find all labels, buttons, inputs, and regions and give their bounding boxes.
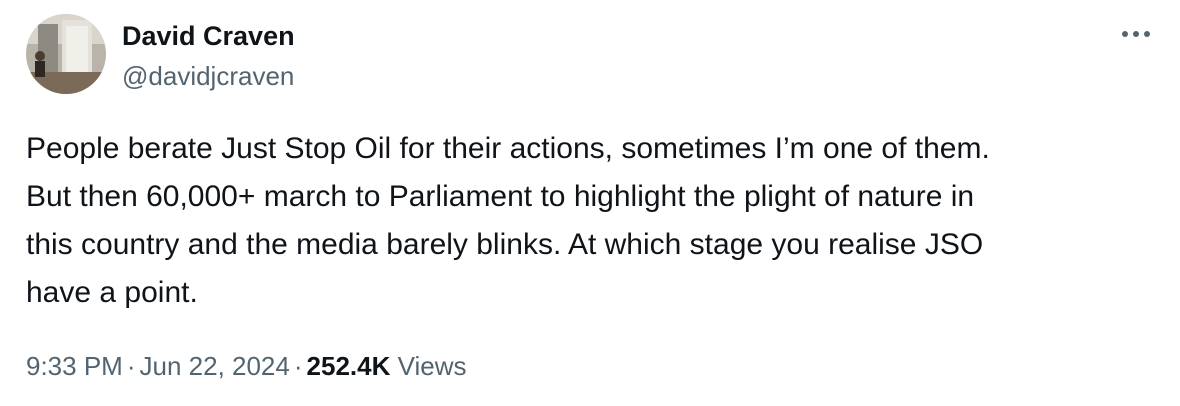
tweet-text: People berate Just Stop Oil for their ac…	[26, 132, 990, 309]
author-handle[interactable]: @davidjcraven	[122, 60, 295, 92]
tweet-meta: 9:33 PM · Jun 22, 2024 · 252.4K Views	[26, 348, 467, 384]
views-label: Views	[397, 351, 467, 381]
author-avatar[interactable]	[26, 14, 106, 94]
tweet-time[interactable]: 9:33 PM	[26, 351, 123, 381]
tweet-header: David Craven @davidjcraven	[26, 14, 1156, 98]
tweet-date[interactable]: Jun 22, 2024	[140, 351, 290, 381]
meta-separator: ·	[293, 351, 303, 381]
author-display-name[interactable]: David Craven	[122, 20, 295, 52]
more-options-button[interactable]	[1116, 14, 1156, 54]
more-options-icon	[1122, 31, 1150, 37]
author-names: David Craven @davidjcraven	[122, 20, 295, 92]
avatar-photo-icon	[26, 14, 106, 94]
views-count[interactable]: 252.4K	[307, 351, 391, 381]
tweet-card: David Craven @davidjcraven People berate…	[0, 0, 1180, 406]
meta-separator: ·	[126, 351, 136, 381]
